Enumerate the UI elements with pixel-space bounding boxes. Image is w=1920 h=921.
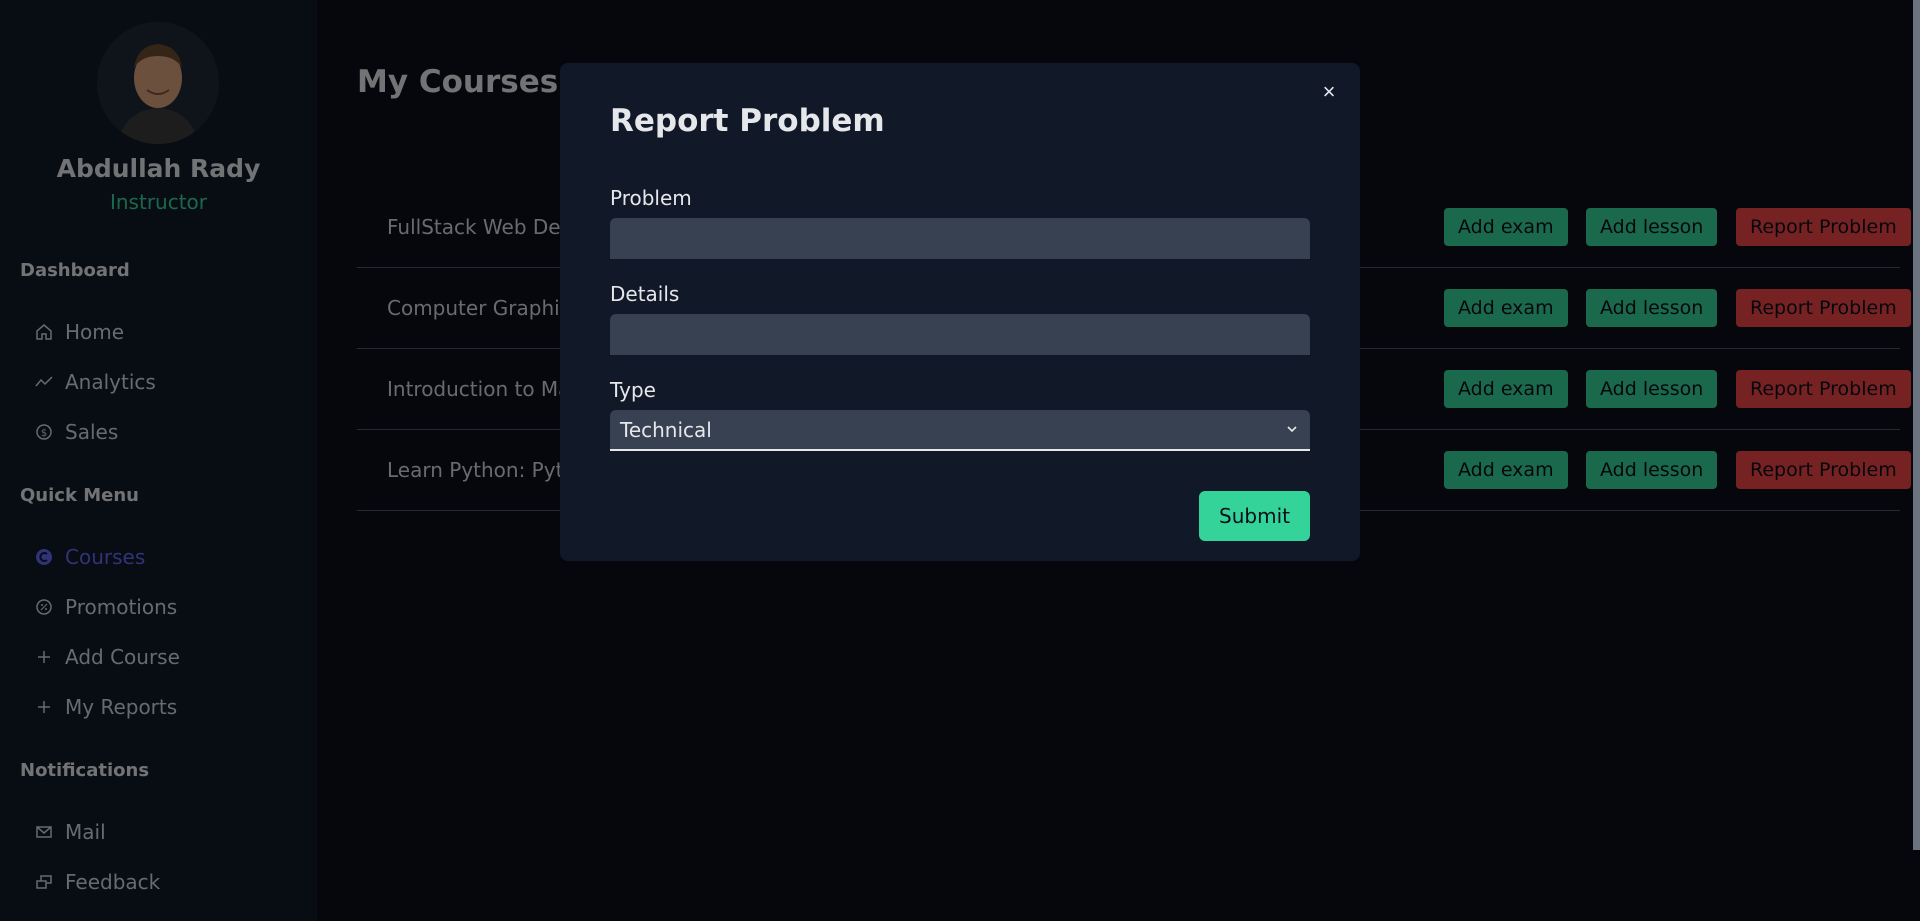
chevron-down-icon bbox=[1284, 419, 1300, 439]
problem-input[interactable] bbox=[610, 218, 1310, 259]
modal-title: Report Problem bbox=[610, 103, 885, 139]
type-select[interactable]: Technical bbox=[610, 410, 1310, 451]
details-label: Details bbox=[610, 282, 680, 306]
close-icon[interactable]: × bbox=[1318, 81, 1340, 103]
report-problem-modal: × Report Problem Problem Details Type Te… bbox=[560, 63, 1360, 561]
submit-button[interactable]: Submit bbox=[1199, 491, 1310, 541]
type-label: Type bbox=[610, 378, 656, 402]
scrollbar[interactable] bbox=[1913, 0, 1920, 850]
problem-label: Problem bbox=[610, 186, 692, 210]
details-input[interactable] bbox=[610, 314, 1310, 355]
type-select-value: Technical bbox=[620, 417, 712, 442]
